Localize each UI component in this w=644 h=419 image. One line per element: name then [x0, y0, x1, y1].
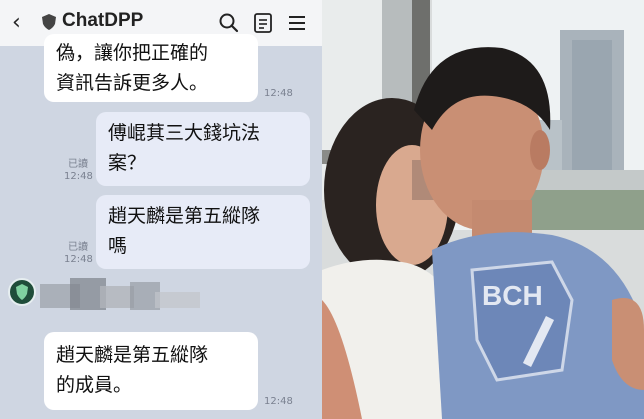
message-line: 案？	[108, 152, 147, 174]
user-message: 趙天麟是第五縱隊 嗎	[96, 195, 310, 269]
photo-illustration: BCH	[322, 0, 644, 419]
blurred-name	[40, 278, 200, 310]
message-time: 12:48	[64, 171, 93, 182]
shirt-text: BCH	[482, 280, 543, 311]
read-receipt: 已讀	[68, 242, 88, 253]
message-line: 偽，讓你把正確的	[56, 42, 209, 64]
chevron-left-icon[interactable]: ‹	[12, 10, 21, 35]
message-line: 嗎	[108, 235, 128, 257]
message-time: 12:48	[264, 88, 293, 99]
message-time: 12:48	[264, 396, 293, 407]
chat-title: ChatDPP	[62, 10, 144, 31]
message-line: 趙天麟是第五縱隊	[56, 344, 209, 366]
read-receipt: 已讀	[68, 159, 88, 170]
couple-photo: BCH	[322, 0, 644, 419]
user-message: 傅崐萁三大錢坑法 案？	[96, 112, 310, 186]
message-line: 傅崐萁三大錢坑法	[108, 122, 261, 144]
message-time: 12:48	[64, 254, 93, 265]
message-line: 的成員。	[56, 374, 133, 396]
chat-screenshot: ‹ ChatDPP 偽，讓你把正確的 資訊告訴更多人。 12:48 已讀 12:…	[0, 0, 322, 419]
bot-message: 偽，讓你把正確的 資訊告訴更多人。	[44, 34, 258, 102]
menu-icon[interactable]	[286, 12, 308, 34]
search-icon[interactable]	[218, 12, 240, 34]
message-line: 資訊告訴更多人。	[56, 72, 209, 94]
shield-icon	[42, 14, 56, 30]
message-line: 趙天麟是第五縱隊	[108, 205, 261, 227]
list-icon[interactable]	[252, 12, 274, 34]
bot-message: 趙天麟是第五縱隊 的成員。	[44, 332, 258, 410]
